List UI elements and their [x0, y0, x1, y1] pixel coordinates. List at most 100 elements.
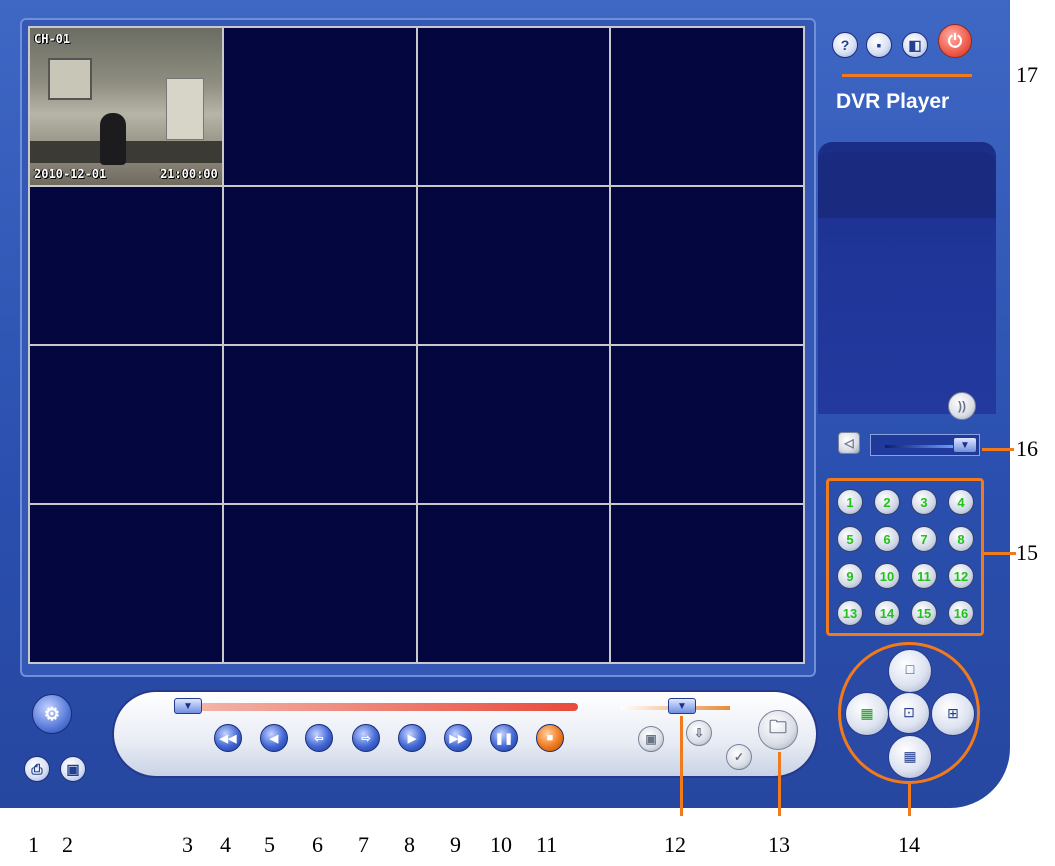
- callout-14: 14: [898, 832, 920, 857]
- quad-view-icon[interactable]: ⊞: [931, 692, 975, 736]
- channel-button-9[interactable]: 9: [837, 563, 863, 589]
- volume-thumb[interactable]: ▼: [953, 437, 977, 453]
- video-tile-6[interactable]: [223, 187, 416, 344]
- callout-11: 11: [536, 832, 558, 857]
- callout-4: 4: [220, 832, 231, 857]
- camera-scene-cabinet: [165, 78, 204, 140]
- confirm-check-icon[interactable]: ✓: [726, 744, 752, 770]
- video-tile-5[interactable]: [30, 187, 222, 344]
- callout-8: 8: [404, 832, 415, 857]
- channel-button-7[interactable]: 7: [911, 526, 937, 552]
- callout-line-14: [908, 784, 911, 816]
- volume-slider[interactable]: ▼: [870, 434, 980, 456]
- speed-thumb[interactable]: ▼: [668, 698, 696, 714]
- callout-16: 16: [1016, 436, 1038, 461]
- channel-button-8[interactable]: 8: [948, 526, 974, 552]
- play-reverse-icon[interactable]: ◀: [260, 724, 288, 752]
- volume-track: [885, 445, 955, 448]
- step-forward-icon[interactable]: ⇨: [352, 724, 380, 752]
- callout-line-12: [680, 716, 683, 816]
- callout-line-17: [842, 74, 972, 77]
- video-tile-16[interactable]: [611, 505, 803, 662]
- callout-3: 3: [182, 832, 193, 857]
- channel-button-11[interactable]: 11: [911, 563, 937, 589]
- speaker-icon[interactable]: ◁: [838, 432, 860, 454]
- callout-6: 6: [312, 832, 323, 857]
- video-tile-4[interactable]: [611, 28, 803, 185]
- timeline-track[interactable]: [200, 703, 578, 711]
- video-date: 2010-12-01: [34, 167, 107, 181]
- audio-wave-icon[interactable]: )): [948, 392, 976, 420]
- channel-button-4[interactable]: 4: [948, 489, 974, 515]
- channel-button-10[interactable]: 10: [874, 563, 900, 589]
- display-mode-pad: □ ▦ ⊡ ⊞ ▦: [838, 642, 980, 784]
- print-icon[interactable]: ⎙: [24, 756, 50, 782]
- callout-line-15: [984, 552, 1016, 555]
- video-tile-3[interactable]: [417, 28, 610, 185]
- power-icon[interactable]: ⏻: [938, 24, 972, 58]
- channel-button-12[interactable]: 12: [948, 563, 974, 589]
- grid-16-view-icon[interactable]: ▦: [845, 692, 889, 736]
- app-title: DVR Player: [836, 90, 950, 113]
- grid-9-view-icon[interactable]: ▦: [888, 735, 932, 779]
- video-tile-13[interactable]: [30, 505, 222, 662]
- video-tile-9[interactable]: [30, 346, 222, 503]
- callout-5: 5: [264, 832, 275, 857]
- play-icon[interactable]: ▶: [398, 724, 426, 752]
- camera-scene-window: [48, 58, 92, 100]
- channel-button-6[interactable]: 6: [874, 526, 900, 552]
- channel-button-3[interactable]: 3: [911, 489, 937, 515]
- channel-button-15[interactable]: 15: [911, 600, 937, 626]
- channel-button-2[interactable]: 2: [874, 489, 900, 515]
- minimize-icon[interactable]: ▪: [866, 32, 892, 58]
- callout-10: 10: [490, 832, 512, 857]
- info-panel-highlight: [818, 152, 996, 218]
- camera-image: [30, 28, 222, 185]
- step-back-icon[interactable]: ⇦: [305, 724, 333, 752]
- callout-12: 12: [664, 832, 686, 857]
- info-panel: [818, 142, 996, 414]
- channel-button-14[interactable]: 14: [874, 600, 900, 626]
- channel-button-13[interactable]: 13: [837, 600, 863, 626]
- stop-icon[interactable]: ■: [536, 724, 564, 752]
- video-tile-14[interactable]: [223, 505, 416, 662]
- pause-icon[interactable]: ❚❚: [490, 724, 518, 752]
- callout-7: 7: [358, 832, 369, 857]
- callout-1: 1: [28, 832, 39, 857]
- channel-button-5[interactable]: 5: [837, 526, 863, 552]
- zoom-view-icon[interactable]: ⊡: [888, 692, 930, 734]
- help-icon[interactable]: ?: [832, 32, 858, 58]
- video-tile-11[interactable]: [417, 346, 610, 503]
- settings-gear-icon[interactable]: ⚙: [32, 694, 72, 734]
- camera-scene-person: [100, 113, 126, 165]
- video-tile-8[interactable]: [611, 187, 803, 344]
- video-tile-10[interactable]: [223, 346, 416, 503]
- callout-9: 9: [450, 832, 461, 857]
- video-grid: CH-01 2010-12-01 21:00:00: [28, 26, 805, 664]
- callout-2: 2: [62, 832, 73, 857]
- fast-forward-icon[interactable]: ▶▶: [444, 724, 472, 752]
- video-tile-1[interactable]: CH-01 2010-12-01 21:00:00: [30, 28, 222, 185]
- video-tile-7[interactable]: [417, 187, 610, 344]
- channel-label: CH-01: [34, 32, 71, 46]
- video-time: 21:00:00: [159, 167, 218, 181]
- download-icon[interactable]: ⇩: [686, 720, 712, 746]
- callout-13: 13: [768, 832, 790, 857]
- snapshot-icon[interactable]: ▣: [638, 726, 664, 752]
- video-tile-2[interactable]: [223, 28, 416, 185]
- callout-line-13: [778, 752, 781, 816]
- callout-line-16: [982, 448, 1014, 451]
- timeline-thumb[interactable]: ▼: [174, 698, 202, 714]
- callout-17: 17: [1016, 62, 1038, 87]
- channel-selector: 1 2 3 4 5 6 7 8 9 10 11 12 13 14 15 16: [826, 478, 984, 636]
- open-folder-icon[interactable]: 🗀: [758, 710, 798, 750]
- fast-rewind-icon[interactable]: ◀◀: [214, 724, 242, 752]
- restore-icon[interactable]: ◧: [902, 32, 928, 58]
- callout-15: 15: [1016, 540, 1038, 565]
- video-tile-15[interactable]: [417, 505, 610, 662]
- channel-button-16[interactable]: 16: [948, 600, 974, 626]
- channel-button-1[interactable]: 1: [837, 489, 863, 515]
- save-icon[interactable]: ▣: [60, 756, 86, 782]
- video-tile-12[interactable]: [611, 346, 803, 503]
- single-view-icon[interactable]: □: [888, 649, 932, 693]
